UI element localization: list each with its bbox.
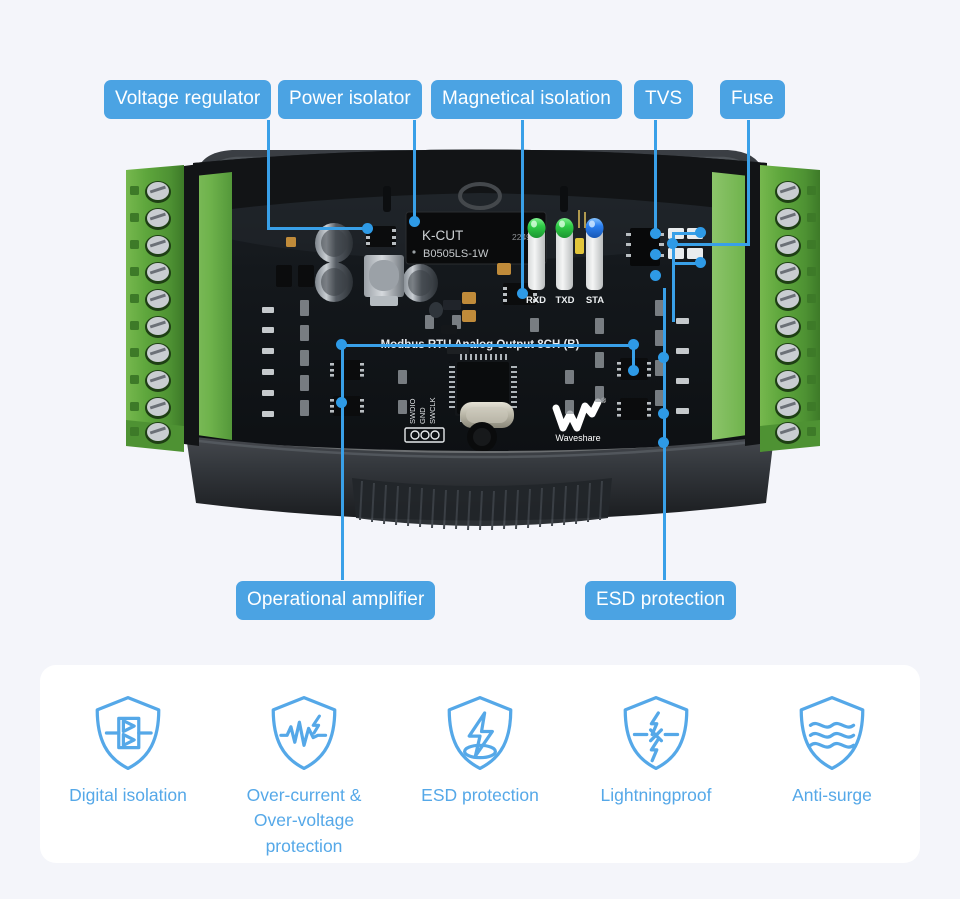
feature-lightningproof: Lightningproof <box>568 693 744 808</box>
feature-label-digital-isolation: Digital isolation <box>69 785 187 805</box>
feature-card: Digital isolation Over-current & Over-vo… <box>40 665 920 863</box>
leader-fuse-v <box>747 120 750 245</box>
leader-dot-fuse-3 <box>667 238 678 249</box>
callout-magnetical-isolation[interactable]: Magnetical isolation <box>431 80 622 119</box>
shield-esd-bolt-icon <box>447 696 513 770</box>
leader-opamp-h <box>341 344 631 347</box>
leader-dot-esd-5 <box>658 437 669 448</box>
leader-dot-tvs-2 <box>650 249 661 260</box>
callout-operational-amplifier[interactable]: Operational amplifier <box>236 581 436 620</box>
isolator-brand-text: K-CUT <box>422 228 463 243</box>
feature-label-anti-surge: Anti-surge <box>792 785 872 805</box>
leader-dot-voltage-regulator <box>362 223 373 234</box>
leader-dot-esd-3 <box>658 352 669 363</box>
shield-waves-icon <box>799 696 865 770</box>
leader-dot-tvs-3 <box>650 270 661 281</box>
leader-tvs-v <box>654 120 657 233</box>
leader-dot-opamp-1 <box>336 339 347 350</box>
terminal-block-left <box>126 164 232 452</box>
leader-dot-opamp-2 <box>336 397 347 408</box>
swd-label-gnd: GND <box>418 407 427 424</box>
leader-voltage-regulator-h <box>267 227 367 230</box>
leader-esd-v <box>663 288 666 580</box>
swd-label-swclk: SWCLK <box>428 397 437 424</box>
leader-magnetical-isolation-v <box>521 120 524 278</box>
callout-voltage-regulator[interactable]: Voltage regulator <box>104 80 272 119</box>
leader-dot-power-isolator <box>409 216 420 227</box>
isolator-partnumber-text: B0505LS-1W <box>423 248 489 260</box>
terminal-block-right <box>712 164 820 452</box>
feature-label-lightningproof: Lightningproof <box>600 785 712 805</box>
callout-tvs[interactable]: TVS <box>634 80 694 119</box>
leader-dot-esd-4 <box>658 408 669 419</box>
shield-digital-isolation-icon <box>95 696 161 770</box>
led-label-sta: STA <box>586 295 604 306</box>
swd-label-swdio: SWDIO <box>408 398 417 424</box>
feature-label-over-current-over-voltage: Over-current & Over-voltage protection <box>246 785 362 856</box>
infographic-root: Modbus RTU Analog Output 8CH (B) K-CUT 2… <box>0 0 960 899</box>
callout-power-isolator[interactable]: Power isolator <box>278 80 422 119</box>
leader-dot-fuse-2 <box>695 257 706 268</box>
leader-fuse-h <box>672 243 750 246</box>
feature-label-esd-protection: ESD protection <box>421 785 539 805</box>
feature-anti-surge: Anti-surge <box>744 693 920 808</box>
feature-digital-isolation: Digital isolation <box>40 693 216 808</box>
feature-esd-protection: ESD protection <box>392 693 568 808</box>
leader-power-isolator-v <box>413 120 416 221</box>
leader-dot-tvs-1 <box>650 228 661 239</box>
callout-fuse[interactable]: Fuse <box>720 80 785 119</box>
shield-waveform-icon <box>271 696 337 770</box>
brand-text: Waveshare <box>555 433 600 443</box>
led-label-txd: TXD <box>556 295 575 306</box>
leader-dot-fuse-1 <box>695 227 706 238</box>
leader-opamp-v <box>341 344 344 580</box>
callout-esd-protection[interactable]: ESD protection <box>585 581 737 620</box>
leader-dot-esd-2 <box>628 365 639 376</box>
leader-dot-magnetical-isolation <box>517 288 528 299</box>
shield-lightning-block-icon <box>623 696 689 770</box>
leader-voltage-regulator-v <box>267 120 270 229</box>
feature-over-current-over-voltage: Over-current & Over-voltage protection <box>216 693 392 859</box>
led-label-rxd: RXD <box>526 295 546 306</box>
leader-dot-esd-1 <box>628 339 639 350</box>
